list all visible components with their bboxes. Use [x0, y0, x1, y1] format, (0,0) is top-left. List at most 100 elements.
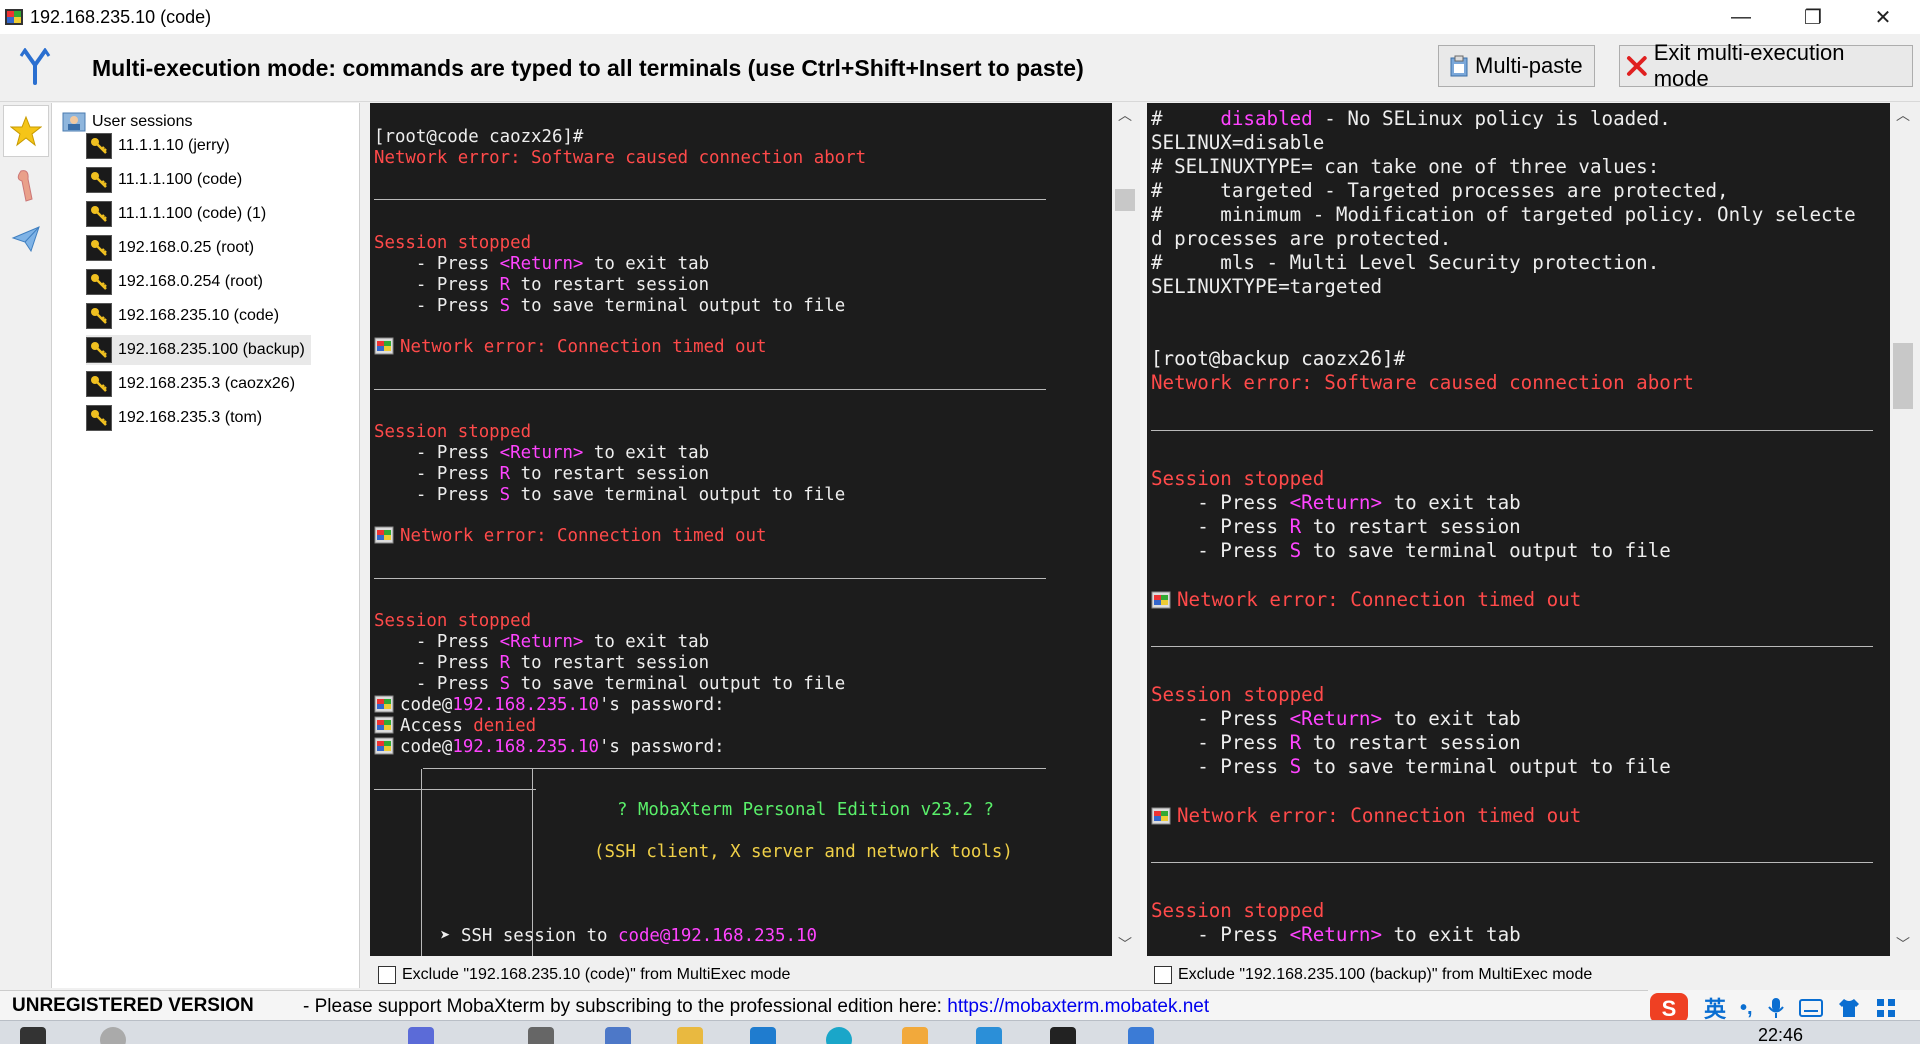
session-item[interactable]: 11.1.1.10 (jerry) [86, 131, 236, 161]
terminal-backup-scrollbar[interactable]: ︿ ﹀ [1890, 103, 1916, 956]
notepad-app-icon[interactable] [605, 1027, 631, 1044]
scroll-thumb[interactable] [1115, 189, 1135, 211]
app-icon-blue-2[interactable] [1128, 1027, 1154, 1044]
terminal-separator [374, 199, 1046, 200]
close-window-button[interactable]: ✕ [1852, 0, 1914, 34]
checkbox-box[interactable] [378, 966, 396, 984]
tab-sessions-star[interactable] [3, 105, 49, 157]
welcome-box-border [421, 769, 422, 956]
terminal-text: - Press [374, 653, 500, 673]
terminal-error-icon [374, 526, 394, 544]
unregistered-version-label: UNREGISTERED VERSION [12, 995, 254, 1016]
terminal-line: Session stopped [1151, 683, 1324, 706]
app-icon-blue[interactable] [976, 1027, 1002, 1044]
ime-menu-grid-icon[interactable] [1875, 997, 1897, 1019]
search-icon[interactable] [100, 1027, 126, 1044]
checkbox-box[interactable] [1154, 966, 1172, 984]
s-key-text: S [499, 674, 511, 694]
terminal-text: SELINUXTYPE=targeted [1151, 275, 1383, 298]
terminal-code[interactable]: [root@code caozx26]# Network error: Softw… [370, 103, 1112, 956]
terminal-line: Network error: Connection timed out [1151, 804, 1581, 827]
terminal-line: Network error: Connection timed out [1151, 588, 1581, 611]
scroll-down-arrow-icon[interactable]: ﹀ [1112, 934, 1138, 954]
scroll-down-arrow-icon[interactable]: ﹀ [1890, 934, 1916, 954]
session-item[interactable]: 192.168.0.254 (root) [86, 267, 269, 297]
terminal-separator [374, 789, 536, 790]
ssh-key-icon [86, 269, 112, 295]
terminal-separator [374, 389, 1046, 390]
session-item[interactable]: 11.1.1.100 (code) [86, 165, 248, 195]
user-sessions-folder[interactable]: User sessions [62, 111, 192, 133]
start-menu-icon[interactable] [20, 1027, 46, 1044]
terminal-error-icon [374, 337, 394, 355]
skin-shirt-icon[interactable] [1837, 997, 1861, 1019]
session-item[interactable]: 192.168.235.3 (caozx26) [86, 369, 301, 399]
network-error-text: Network error: Connection timed out [400, 337, 767, 357]
terminal-text: # mls - Multi Level Security protection. [1151, 251, 1660, 274]
terminal-text: - Press [374, 485, 500, 505]
terminal-error-icon [1151, 591, 1171, 609]
multi-exec-banner: Multi-execution mode: commands are typed… [0, 34, 1920, 102]
session-item[interactable]: 192.168.0.25 (root) [86, 233, 260, 263]
terminal-line: [root@code caozx26]# [374, 127, 583, 147]
terminal-error-icon [374, 695, 394, 713]
exclude-backup-checkbox[interactable]: Exclude "192.168.235.100 (backup)" from … [1154, 963, 1592, 987]
taskbar-clock: 22:46 [1758, 1025, 1804, 1044]
mobaxterm-taskbar-icon[interactable] [1050, 1027, 1076, 1044]
terminal-text: - Press [374, 443, 500, 463]
ime-punctuation-icon[interactable]: •, [1740, 997, 1753, 1020]
maximize-button[interactable]: ❐ [1782, 0, 1844, 34]
return-key-text: <Return> [1289, 491, 1383, 514]
ssh-session-line: ➤ SSH session to code@192.168.235.10 [440, 926, 817, 946]
terminal-error-icon [374, 737, 394, 755]
session-item[interactable]: 192.168.235.10 (code) [86, 301, 285, 331]
exit-multi-exec-button[interactable]: Exit multi-execution mode [1619, 40, 1913, 91]
ssh-key-icon [86, 235, 112, 261]
host-text: 192.168.235.10 [452, 695, 599, 715]
terminal-line: - Press <Return> to exit tab [1151, 491, 1521, 514]
session-item[interactable]: 192.168.235.100 (backup) [86, 335, 311, 365]
session-item[interactable]: 192.168.235.3 (tom) [86, 403, 268, 433]
exclude-code-checkbox[interactable]: Exclude "192.168.235.10 (code)" from Mul… [378, 963, 790, 987]
status-bar: UNREGISTERED VERSION - Please support Mo… [0, 990, 1920, 1020]
terminal-line: Network error: Connection timed out [374, 337, 766, 357]
session-item-label: 11.1.1.100 (code) [118, 171, 243, 188]
terminal-text: 's password: [598, 695, 725, 715]
minimize-button[interactable]: — [1710, 0, 1772, 34]
return-key-text: <Return> [1289, 923, 1383, 946]
scroll-up-arrow-icon[interactable]: ︿ [1890, 105, 1916, 125]
multi-paste-button[interactable]: Multi-paste [1438, 45, 1595, 87]
edge-browser-icon[interactable] [826, 1027, 852, 1044]
terminal-line: - Press S to save terminal output to fil… [1151, 539, 1671, 562]
terminal-text: SELINUX=disable [1151, 131, 1325, 154]
terminal-code-scrollbar[interactable]: ︿ ﹀ [1112, 103, 1138, 956]
terminal-backup[interactable]: # disabled - No SELinux policy is loaded… [1147, 103, 1890, 956]
terminal-text: to save terminal output to file [510, 674, 846, 694]
session-item[interactable]: 11.1.1.100 (code) (1) [86, 199, 272, 229]
file-explorer-icon[interactable] [677, 1027, 703, 1044]
title-bar: 192.168.235.10 (code) — ❐ ✕ [0, 0, 1920, 34]
terminal-line: - Press <Return> to exit tab [1151, 923, 1520, 946]
terminal-text: # minimum - Modification of targeted pol… [1151, 203, 1856, 226]
terminal-line: # disabled - No SELinux policy is loaded… [1151, 107, 1671, 130]
terminal-line: [root@backup caozx26]# [1151, 347, 1405, 370]
microphone-icon[interactable] [1767, 996, 1785, 1020]
terminal-separator [1151, 862, 1873, 863]
terminal-text: to exit tab [1382, 491, 1521, 514]
app-icon-orange[interactable] [902, 1027, 928, 1044]
ssh-key-icon [86, 201, 112, 227]
taskview-icon[interactable] [528, 1027, 554, 1044]
tab-macros[interactable] [3, 213, 49, 265]
mobatek-link[interactable]: https://mobaxterm.mobatek.net [947, 996, 1209, 1017]
keyboard-icon[interactable] [1798, 998, 1823, 1018]
people-icon[interactable] [408, 1027, 434, 1044]
terminal-line: - Press R to restart session [374, 653, 709, 673]
tab-tools[interactable] [3, 159, 49, 211]
terminal-line: SELINUXTYPE=targeted [1151, 275, 1382, 298]
terminal-separator [1151, 646, 1873, 647]
shell-prompt: [root@backup caozx26]# [1151, 347, 1406, 370]
vscode-app-icon[interactable] [750, 1027, 776, 1044]
scroll-thumb[interactable] [1893, 343, 1913, 409]
terminal-line: Session stopped [1151, 899, 1324, 922]
scroll-up-arrow-icon[interactable]: ︿ [1112, 105, 1138, 125]
